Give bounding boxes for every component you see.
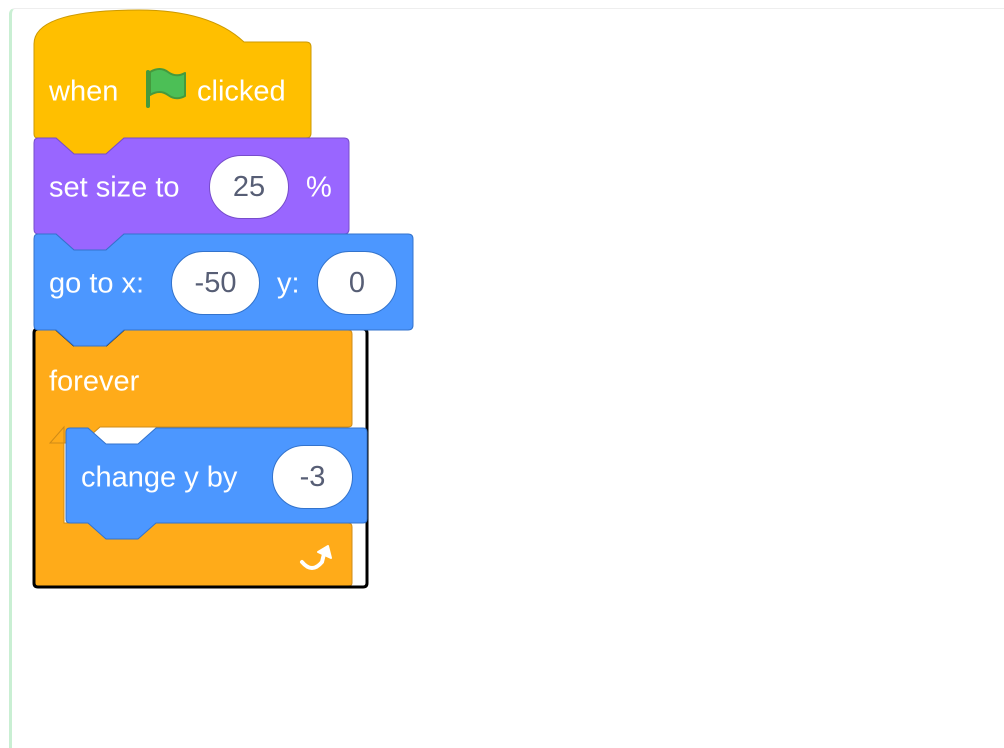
y-label: y: [277, 267, 300, 300]
y-input[interactable]: 0 [317, 251, 397, 315]
hat-when-label: when [49, 75, 119, 108]
change-y-label: change y by [81, 461, 238, 494]
code-area: when clicked set size to 25 % go to x: -… [0, 0, 1004, 748]
change-y-input[interactable]: -3 [272, 445, 353, 509]
go-to-x-label: go to x: [49, 267, 145, 300]
forever-label: forever [49, 365, 140, 398]
size-input[interactable]: 25 [209, 155, 289, 219]
x-input[interactable]: -50 [171, 251, 260, 315]
hat-clicked-label: clicked [197, 75, 286, 108]
set-size-label: set size to [49, 171, 180, 204]
block-shapes [32, 9, 414, 589]
percent-label: % [306, 171, 332, 204]
